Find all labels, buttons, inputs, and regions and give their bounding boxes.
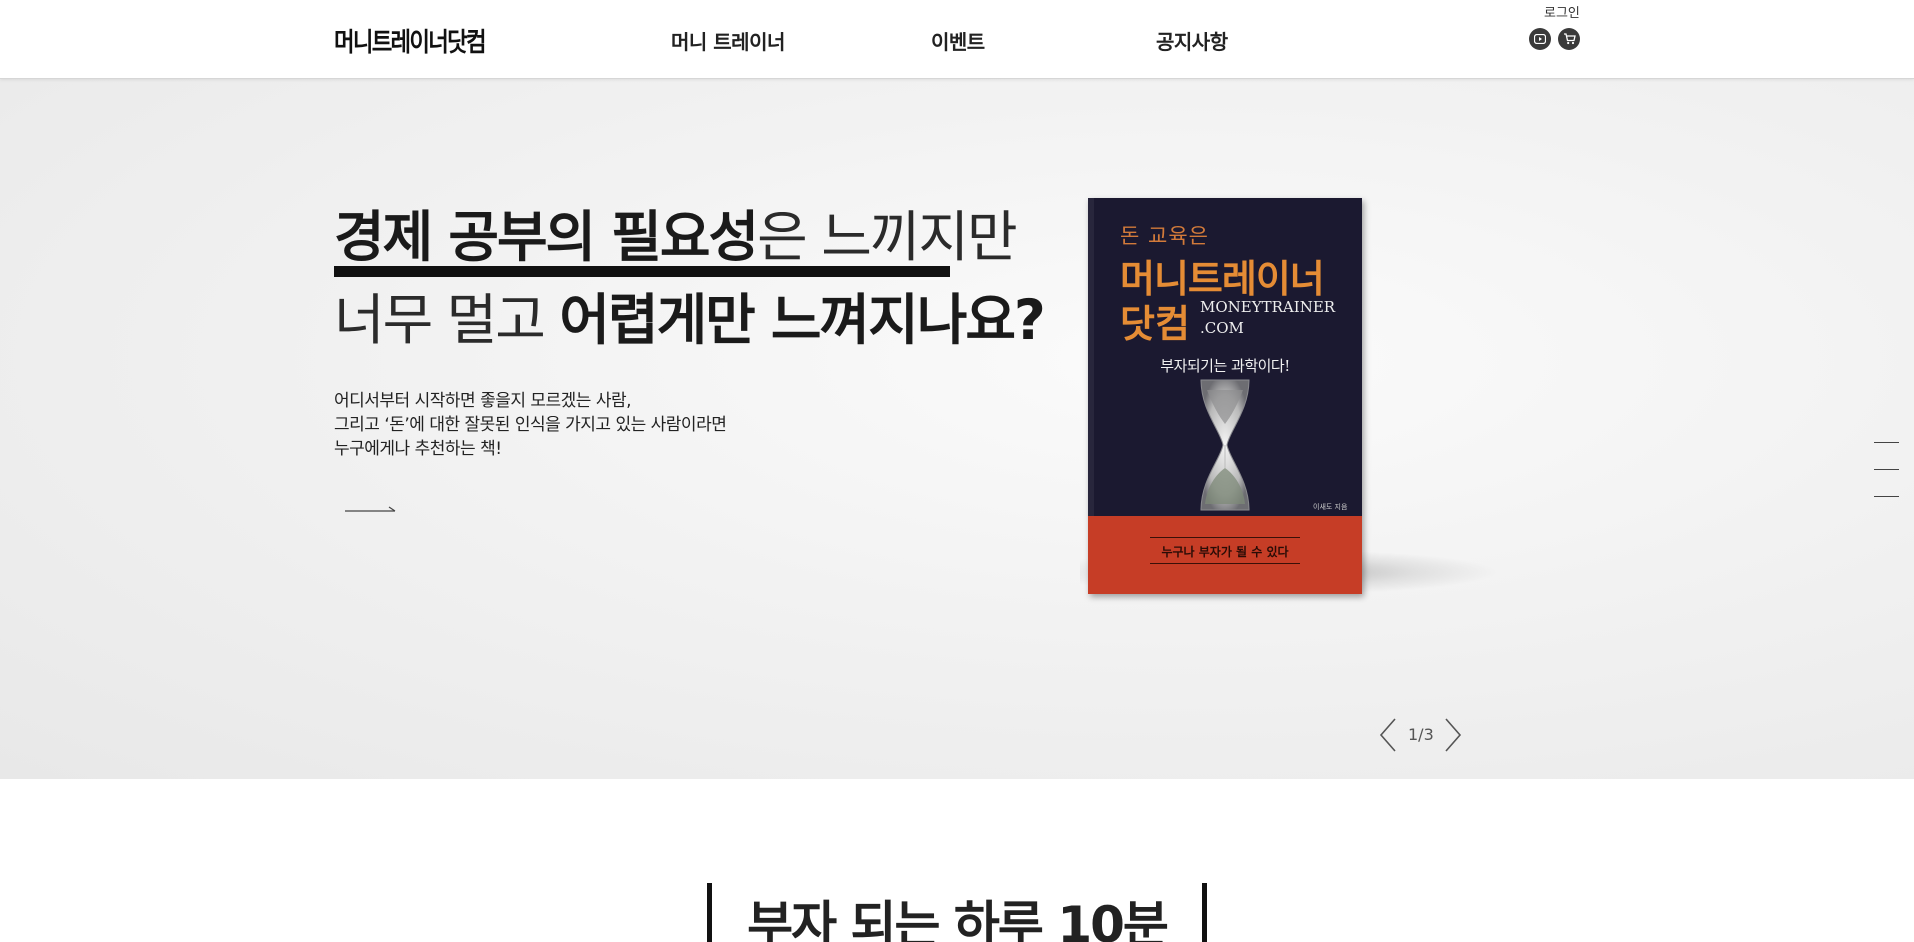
slide-indicator-1[interactable]: [1874, 442, 1899, 443]
book-title-line2: 닷컴: [1120, 301, 1190, 346]
book-author: 이새도 지음: [1313, 503, 1348, 511]
band-line-top: [1150, 537, 1300, 538]
hero-banner: 경제 공부의 필요성은 느끼지만 너무 멀고 어렵게만 느껴지나요? 어디서부터…: [0, 79, 1914, 779]
arrow-right-icon[interactable]: [344, 503, 398, 519]
chevron-left-icon[interactable]: [1378, 717, 1398, 753]
slide-indicator-3[interactable]: [1874, 496, 1899, 497]
section-title: 부자 되는 하루 10분: [747, 896, 1169, 942]
nav-item-event[interactable]: 이벤트: [931, 26, 985, 55]
headline1-bold: 경제 공부의 필요성: [334, 205, 759, 269]
site-header: 머니트레이너닷컴 머니 트레이너 이벤트 공지사항 로그인: [0, 0, 1914, 79]
book-band-text: 누구나 부자가 될 수 있다: [1161, 545, 1289, 559]
site-logo[interactable]: 머니트레이너닷컴: [334, 22, 487, 59]
book-title-english-line2: .COM: [1200, 319, 1244, 337]
hero-description: 어디서부터 시작하면 좋을지 모르겠는 사람, 그리고 ‘돈’에 대한 잘못된 …: [334, 389, 727, 461]
band-line-bottom: [1150, 563, 1300, 564]
book-cover-image: 돈 교육은 머니트레이너 닷컴 MONEYTRAINER .COM 부자되기는 …: [1088, 198, 1362, 594]
book-title-english: MONEYTRAINER .COM: [1200, 297, 1335, 339]
youtube-icon[interactable]: [1529, 28, 1551, 50]
login-link[interactable]: 로그인: [1544, 2, 1580, 21]
headline2-bold: 어렵게만 느껴지나요?: [559, 288, 1045, 352]
nav-item-money-trainer[interactable]: 머니 트레이너: [671, 26, 785, 55]
book-title-english-line1: MONEYTRAINER: [1200, 298, 1336, 316]
book-bottom-band: 누구나 부자가 될 수 있다: [1088, 516, 1362, 594]
chevron-right-icon[interactable]: [1443, 717, 1463, 753]
hero-description-line: 누구에게나 추천하는 책!: [334, 439, 502, 459]
hero-description-line: 어디서부터 시작하면 좋을지 모르겠는 사람,: [334, 391, 632, 411]
section-heading: 부자 되는 하루 10분: [707, 883, 1207, 942]
book-top-text: 돈 교육은: [1120, 224, 1209, 248]
hero-headline-line2: 너무 멀고 어렵게만 느껴지나요?: [334, 275, 1046, 355]
heading-bar-right: [1202, 883, 1207, 942]
headline1-light: 은 느끼지만: [757, 205, 1017, 269]
headline2-light: 너무 멀고: [334, 288, 560, 352]
cart-icon[interactable]: [1558, 28, 1580, 50]
hero-description-line: 그리고 ‘돈’에 대한 잘못된 인식을 가지고 있는 사람이라면: [334, 415, 727, 435]
hero-headline-line1: 경제 공부의 필요성은 느끼지만: [334, 192, 1018, 272]
nav-item-notice[interactable]: 공지사항: [1156, 26, 1228, 55]
slide-indicator-2[interactable]: [1874, 469, 1899, 470]
hourglass-icon: [1200, 379, 1250, 511]
slide-counter: 1/3: [1408, 725, 1434, 744]
book-tagline: 부자되기는 과학이다!: [1160, 357, 1290, 375]
